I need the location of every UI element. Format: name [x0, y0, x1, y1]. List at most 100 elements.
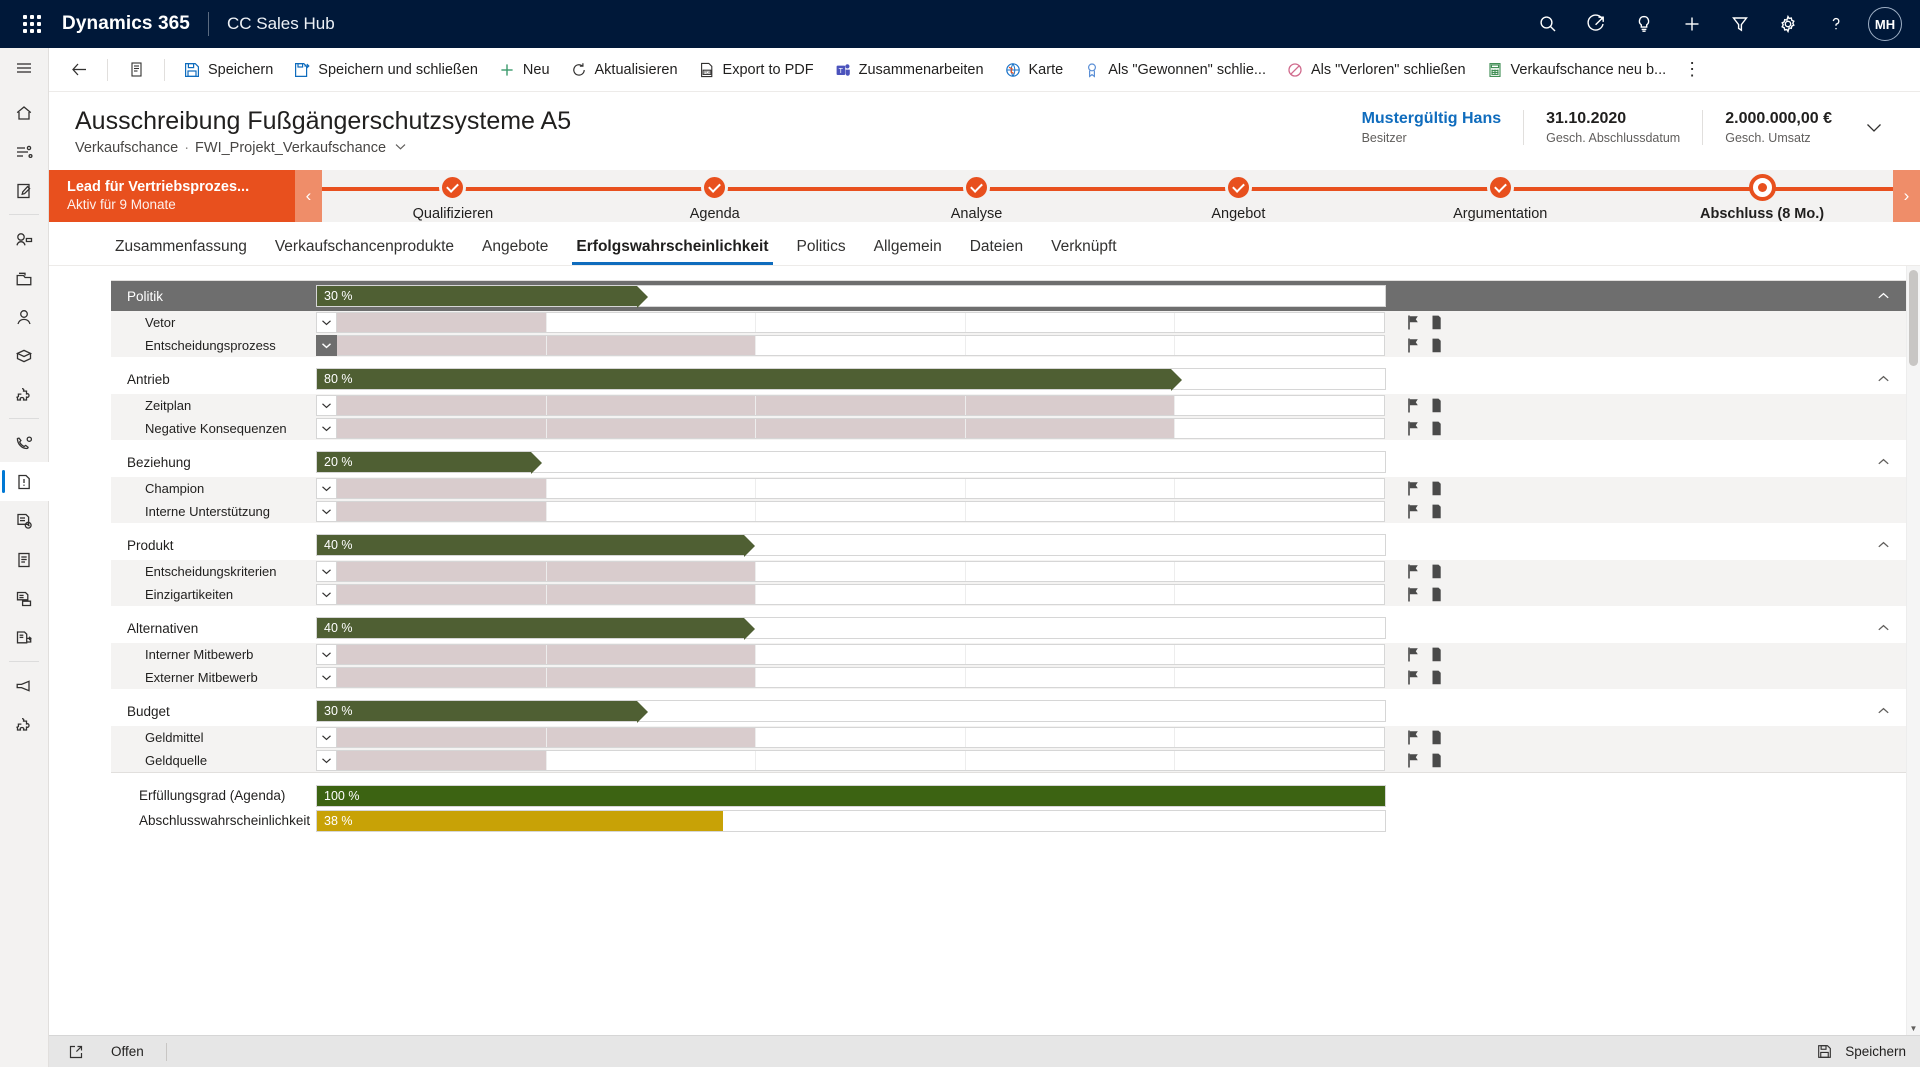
footer-save-button[interactable]: Speichern [1811, 1039, 1906, 1065]
segment[interactable] [756, 668, 966, 687]
owner-value[interactable]: Mustergültig Hans [1362, 110, 1502, 128]
header-expand-chevron-down-icon[interactable] [1854, 110, 1894, 145]
collaborate-button[interactable]: T Zusammenarbeiten [824, 50, 994, 90]
flag-icon[interactable] [1404, 751, 1421, 770]
segment[interactable] [337, 502, 547, 521]
chevron-up-icon[interactable] [1860, 292, 1906, 300]
segment[interactable] [337, 419, 547, 438]
note-icon[interactable] [1428, 728, 1445, 747]
detail-segments[interactable] [337, 727, 1385, 748]
flag-icon[interactable] [1404, 479, 1421, 498]
sidebar-item-pinned[interactable] [0, 171, 49, 210]
form-name[interactable]: FWI_Projekt_Verkaufschance [195, 140, 386, 156]
flag-icon[interactable] [1404, 336, 1421, 355]
segment[interactable] [1175, 728, 1384, 747]
detail-segments[interactable] [337, 335, 1385, 356]
note-icon[interactable] [1428, 562, 1445, 581]
segment[interactable] [756, 479, 966, 498]
new-button[interactable]: Neu [488, 50, 560, 90]
assistant-icon[interactable] [1572, 0, 1620, 48]
flag-icon[interactable] [1404, 562, 1421, 581]
segment[interactable] [756, 419, 966, 438]
note-icon[interactable] [1428, 502, 1445, 521]
flag-icon[interactable] [1404, 585, 1421, 604]
detail-dropdown-chevron-down-icon[interactable] [316, 395, 337, 416]
segment[interactable] [756, 562, 966, 581]
chevron-down-icon[interactable] [394, 142, 407, 154]
segment[interactable] [965, 562, 1176, 581]
segment[interactable] [756, 396, 966, 415]
segment[interactable] [546, 313, 757, 332]
detail-dropdown-chevron-down-icon[interactable] [316, 418, 337, 439]
detail-segments[interactable] [337, 750, 1385, 771]
segment[interactable] [965, 728, 1176, 747]
detail-segments[interactable] [337, 561, 1385, 582]
segment[interactable] [337, 751, 547, 770]
recalculate-opportunity-button[interactable]: Verkaufschance neu b... [1476, 50, 1677, 90]
flag-icon[interactable] [1404, 645, 1421, 664]
sidebar-item-settings[interactable] [0, 705, 49, 744]
group-header-produkt[interactable]: Produkt 40 % [111, 530, 1906, 560]
segment[interactable] [756, 751, 966, 770]
segment[interactable] [337, 396, 547, 415]
segment[interactable] [756, 313, 966, 332]
tab-angebote[interactable]: Angebote [468, 232, 562, 265]
flag-icon[interactable] [1404, 728, 1421, 747]
segment[interactable] [756, 645, 966, 664]
app-name[interactable]: CC Sales Hub [227, 14, 335, 34]
sidebar-item-campaign[interactable] [0, 666, 49, 705]
note-icon[interactable] [1428, 668, 1445, 687]
note-icon[interactable] [1428, 585, 1445, 604]
segment[interactable] [756, 585, 966, 604]
bpf-previous-button[interactable]: ‹ [295, 170, 322, 222]
bpf-step-argumentation[interactable]: Argumentation [1369, 170, 1631, 222]
flag-icon[interactable] [1404, 668, 1421, 687]
app-launcher-icon[interactable] [14, 6, 50, 42]
detail-dropdown-chevron-down-icon[interactable] [316, 667, 337, 688]
detail-segments[interactable] [337, 667, 1385, 688]
bpf-step-analyse[interactable]: Analyse [846, 170, 1108, 222]
bpf-step-qualifizieren[interactable]: Qualifizieren [322, 170, 584, 222]
map-button[interactable]: Karte [994, 50, 1074, 90]
tab-erfolgswahrscheinlichkeit[interactable]: Erfolgswahrscheinlichkeit [562, 232, 782, 265]
segment[interactable] [1175, 562, 1384, 581]
segment[interactable] [965, 396, 1176, 415]
segment[interactable] [965, 419, 1176, 438]
overflow-menu-button[interactable]: ⋮ [1676, 50, 1708, 90]
note-icon[interactable] [1428, 479, 1445, 498]
group-header-antrieb[interactable]: Antrieb 80 % [111, 364, 1906, 394]
flag-icon[interactable] [1404, 502, 1421, 521]
note-icon[interactable] [1428, 396, 1445, 415]
hamburger-menu-icon[interactable] [0, 48, 49, 87]
segment[interactable] [337, 645, 547, 664]
bpf-step-agenda[interactable]: Agenda [584, 170, 846, 222]
segment[interactable] [546, 751, 757, 770]
vertical-scrollbar[interactable]: ▲ ▼ [1906, 266, 1920, 1035]
detail-dropdown-chevron-down-icon[interactable] [316, 644, 337, 665]
note-icon[interactable] [1428, 336, 1445, 355]
sidebar-item-accounts[interactable] [0, 258, 49, 297]
segment[interactable] [546, 728, 757, 747]
save-and-close-button[interactable]: Speichern und schließen [283, 50, 488, 90]
segment[interactable] [1175, 396, 1384, 415]
segment[interactable] [546, 396, 757, 415]
close-as-lost-button[interactable]: Als "Verloren" schließen [1276, 50, 1476, 90]
sidebar-item-activities[interactable] [0, 219, 49, 258]
segment[interactable] [965, 502, 1176, 521]
detail-segments[interactable] [337, 478, 1385, 499]
segment[interactable] [1175, 502, 1384, 521]
settings-icon[interactable] [1764, 0, 1812, 48]
tab-verkaufschancenprodukte[interactable]: Verkaufschancenprodukte [261, 232, 468, 265]
segment[interactable] [1175, 668, 1384, 687]
detail-dropdown-chevron-down-icon[interactable] [316, 501, 337, 522]
sidebar-item-orders[interactable] [0, 540, 49, 579]
sidebar-item-opportunities[interactable] [0, 462, 49, 501]
detail-dropdown-chevron-down-icon[interactable] [316, 727, 337, 748]
segment[interactable] [965, 313, 1176, 332]
segment[interactable] [1175, 585, 1384, 604]
note-icon[interactable] [1428, 419, 1445, 438]
detail-segments[interactable] [337, 584, 1385, 605]
segment[interactable] [1175, 479, 1384, 498]
note-icon[interactable] [1428, 313, 1445, 332]
segment[interactable] [337, 728, 547, 747]
